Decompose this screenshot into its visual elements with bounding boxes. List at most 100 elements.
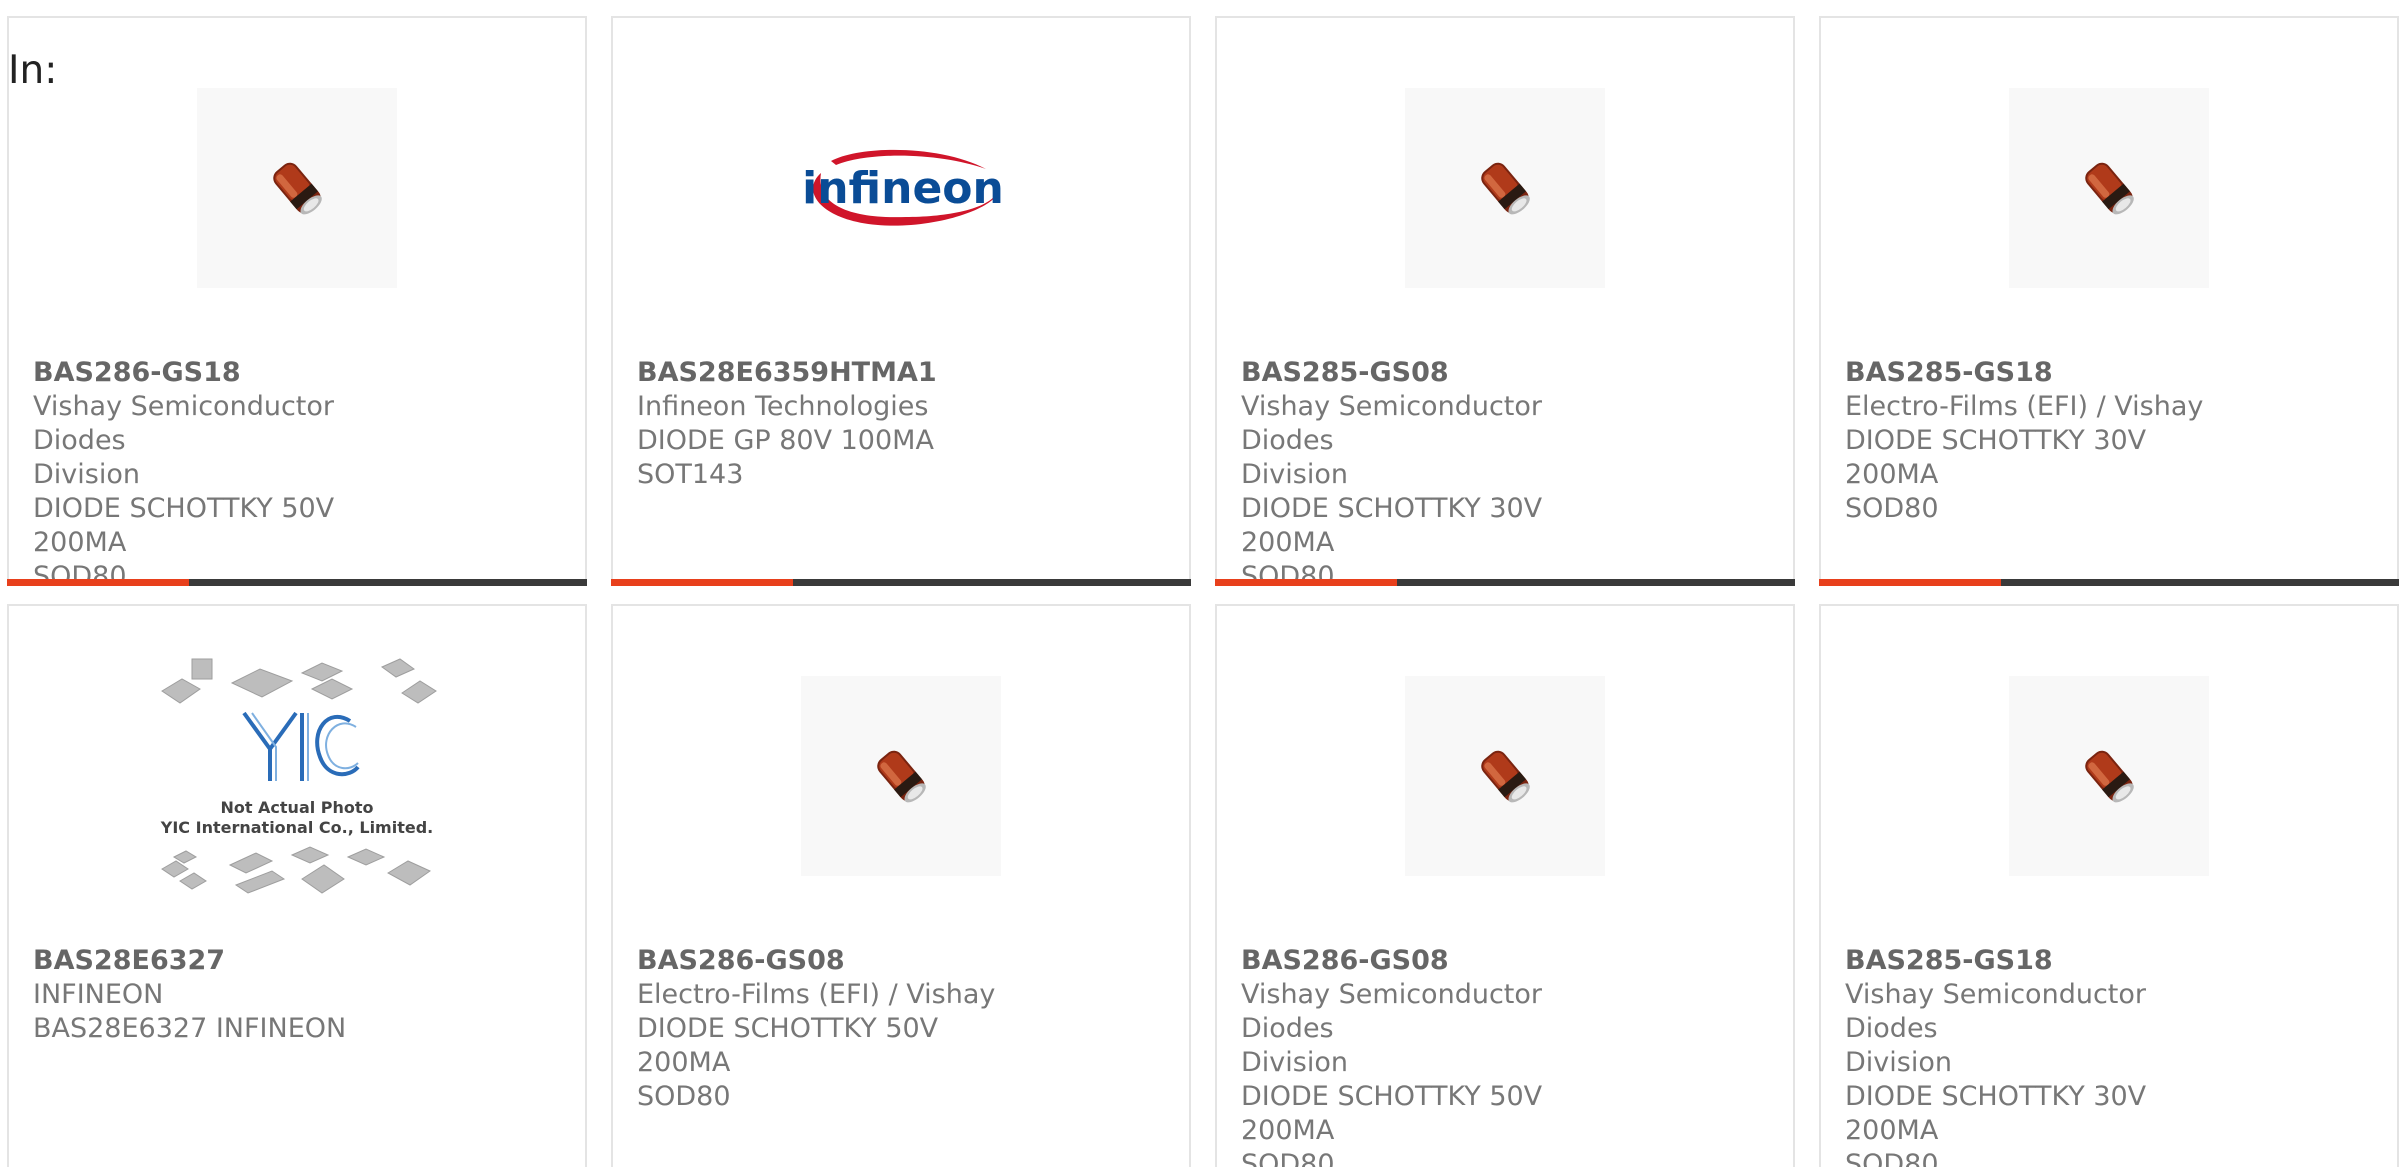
chip-icon	[172, 850, 198, 864]
manufacturer-text: Infineon Technologies	[637, 391, 929, 422]
diode-thumbnail	[801, 676, 1001, 876]
product-image[interactable]	[613, 676, 1189, 876]
diode-thumbnail	[1405, 676, 1605, 876]
part-number-link[interactable]: BAS285-GS08	[1241, 356, 1641, 390]
logo-wordmark: infineon	[802, 163, 1004, 214]
description-text: DIODE SCHOTTKY 30V 200MA	[1845, 425, 2147, 490]
chip-icon	[230, 668, 294, 698]
part-number-link[interactable]: BAS286-GS08	[637, 944, 1037, 978]
product-image[interactable]	[1821, 676, 2397, 876]
chip-icon	[191, 658, 213, 680]
part-number-link[interactable]: BAS286-GS18	[33, 356, 433, 390]
diode-thumbnail	[1405, 88, 1605, 288]
product-image[interactable]	[9, 88, 585, 288]
chip-icon	[380, 658, 416, 678]
product-card[interactable]: BAS286-GS08 Vishay Semiconductor Diodes Di…	[1215, 604, 1795, 1167]
chip-icon	[228, 852, 274, 874]
product-details: BAS285-GS18 Electro-Films (EFI) / Vishay D…	[1845, 356, 2245, 526]
product-card[interactable]: BAS285-GS08 Vishay Semiconductor Diodes Di…	[1215, 16, 1795, 592]
part-number-link[interactable]: BAS28E6327	[33, 944, 433, 978]
diode-icon	[1481, 750, 1530, 803]
product-details: BAS286-GS08 Electro-Films (EFI) / Vishay D…	[637, 944, 1037, 1114]
card-bottom-bar	[611, 579, 1191, 586]
product-card[interactable]: infineon BAS28E6359HTMA1 Infineon Technol…	[611, 16, 1191, 586]
product-grid: BAS286-GS18 Vishay Semiconductor Diodes Di…	[7, 16, 2399, 1167]
not-actual-photo-image: Not Actual Photo YIC International Co., …	[160, 658, 437, 894]
description-text: BAS28E6327 INFINEON	[33, 1013, 347, 1044]
manufacturer-text: Vishay Semiconductor Diodes	[1241, 391, 1542, 456]
product-details: BAS286-GS18 Vishay Semiconductor Diodes Di…	[33, 356, 433, 594]
manufacturer-text: Electro-Films (EFI) / Vishay	[637, 979, 996, 1010]
product-image[interactable]	[1821, 88, 2397, 288]
diode-thumbnail	[2009, 676, 2209, 876]
in-label: In:	[8, 48, 58, 93]
description-text: SOD80	[1241, 1149, 1335, 1167]
description-text: Division	[1845, 1047, 1952, 1078]
yic-company-text: YIC International Co., Limited.	[160, 818, 433, 837]
description-text: DIODE GP 80V 100MA SOT143	[637, 425, 934, 490]
card-bottom-bar	[1215, 579, 1795, 586]
card-bottom-bar	[1819, 579, 2399, 586]
manufacturer-text: Vishay Semiconductor Diodes	[1845, 979, 2146, 1044]
card-bar-accent	[1215, 579, 1397, 586]
description-text: SOD80	[1845, 493, 1939, 524]
manufacturer-text: Electro-Films (EFI) / Vishay	[1845, 391, 2204, 422]
product-card[interactable]: Not Actual Photo YIC International Co., …	[7, 604, 587, 1167]
manufacturer-text: Vishay Semiconductor Diodes	[1241, 979, 1542, 1044]
chip-icon	[161, 678, 201, 704]
description-text: SOD80	[637, 1081, 731, 1112]
product-details: BAS286-GS08 Vishay Semiconductor Diodes Di…	[1241, 944, 1641, 1167]
diode-icon	[2085, 750, 2134, 803]
description-text: Division	[33, 459, 140, 490]
diode-thumbnail	[197, 88, 397, 288]
card-bar-accent	[1819, 579, 2001, 586]
description-text: DIODE SCHOTTKY 50V 200MA	[33, 493, 335, 558]
product-image[interactable]: Not Actual Photo YIC International Co., …	[9, 658, 585, 894]
description-text: SOD80	[33, 561, 127, 592]
diode-icon	[273, 162, 322, 215]
chip-icon	[346, 848, 386, 866]
manufacturer-text: Vishay Semiconductor Diodes	[33, 391, 334, 456]
diode-thumbnail	[2009, 88, 2209, 288]
description-text: SOD80	[1241, 561, 1335, 592]
chip-icon	[300, 662, 344, 682]
product-card[interactable]: BAS286-GS08 Electro-Films (EFI) / Vishay D…	[611, 604, 1191, 1167]
chip-icon	[310, 678, 354, 700]
product-card[interactable]: BAS286-GS18 Vishay Semiconductor Diodes Di…	[7, 16, 587, 592]
description-text: Division	[1241, 1047, 1348, 1078]
description-text: DIODE SCHOTTKY 30V 200MA	[1845, 1081, 2147, 1146]
product-image[interactable]: infineon	[613, 88, 1189, 288]
description-text: DIODE SCHOTTKY 30V 200MA	[1241, 493, 1543, 558]
product-details: BAS28E6327 INFINEON BAS28E6327 INFINEON	[33, 944, 433, 1046]
description-text: SOD80	[1845, 1149, 1939, 1167]
part-number-link[interactable]: BAS285-GS18	[1845, 356, 2245, 390]
not-actual-photo-text: Not Actual Photo	[220, 798, 373, 817]
product-image[interactable]	[1217, 676, 1793, 876]
chip-icon	[179, 872, 207, 890]
chip-icon	[301, 864, 345, 894]
diode-icon	[877, 750, 926, 803]
description-text: DIODE SCHOTTKY 50V 200MA	[1241, 1081, 1543, 1146]
card-bar-accent	[7, 579, 189, 586]
diode-icon	[2085, 162, 2134, 215]
chip-icon	[386, 860, 432, 886]
product-listing-page: In: BAS286-GS18 Vishay Semiconductor Diod…	[0, 0, 2400, 1167]
product-card[interactable]: BAS285-GS18 Electro-Films (EFI) / Vishay D…	[1819, 16, 2399, 586]
chip-icon	[401, 680, 437, 704]
product-details: BAS285-GS18 Vishay Semiconductor Diodes Di…	[1845, 944, 2245, 1167]
manufacturer-text: INFINEON	[33, 979, 164, 1010]
card-bottom-bar	[7, 579, 587, 586]
product-image[interactable]	[1217, 88, 1793, 288]
description-text: Division	[1241, 459, 1348, 490]
part-number-link[interactable]: BAS285-GS18	[1845, 944, 2245, 978]
diode-icon	[1481, 162, 1530, 215]
product-details: BAS285-GS08 Vishay Semiconductor Diodes Di…	[1241, 356, 1641, 594]
product-card[interactable]: BAS285-GS18 Vishay Semiconductor Diodes Di…	[1819, 604, 2399, 1167]
product-details: BAS28E6359HTMA1 Infineon Technologies DIOD…	[637, 356, 1037, 492]
chip-icon	[234, 870, 286, 894]
card-bar-accent	[611, 579, 793, 586]
part-number-link[interactable]: BAS286-GS08	[1241, 944, 1641, 978]
infineon-logo: infineon	[802, 149, 1004, 226]
chip-icon	[290, 846, 330, 864]
part-number-link[interactable]: BAS28E6359HTMA1	[637, 356, 1037, 390]
